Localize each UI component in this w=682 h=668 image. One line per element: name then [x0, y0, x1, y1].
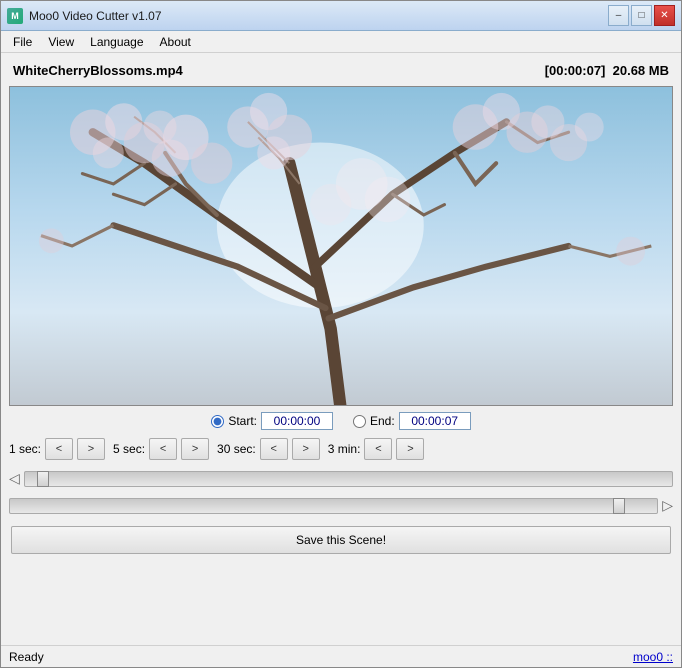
tree-svg	[10, 87, 672, 405]
slider-thumb-icon: ◁	[9, 470, 20, 487]
title-bar-left: M Moo0 Video Cutter v1.07	[7, 8, 162, 24]
main-content: WhiteCherryBlossoms.mp4 [00:00:07] 20.68…	[1, 53, 681, 566]
status-link[interactable]: moo0 ::	[633, 650, 673, 664]
step-next-30sec[interactable]: >	[292, 438, 320, 460]
app-icon: M	[7, 8, 23, 24]
step-prev-3min[interactable]: <	[364, 438, 392, 460]
app-icon-letter: M	[11, 11, 19, 21]
app-title: Moo0 Video Cutter v1.07	[29, 9, 162, 23]
file-duration: [00:00:07]	[545, 63, 606, 78]
start-end-row: Start: End:	[9, 412, 673, 430]
step-label-3min: 3 min:	[328, 442, 361, 456]
timeline-slider-row: ◁	[9, 468, 673, 489]
file-name: WhiteCherryBlossoms.mp4	[13, 63, 183, 78]
start-radio[interactable]	[211, 415, 224, 428]
range-end-icon: ▷	[662, 497, 673, 514]
start-radio-label[interactable]: Start:	[211, 412, 333, 430]
start-time-input[interactable]	[261, 412, 333, 430]
step-label-30sec: 30 sec:	[217, 442, 256, 456]
app-window: M Moo0 Video Cutter v1.07 – □ ✕ File Vie…	[0, 0, 682, 668]
minimize-button[interactable]: –	[608, 5, 629, 26]
file-meta: [00:00:07] 20.68 MB	[545, 63, 669, 78]
step-next-5sec[interactable]: >	[181, 438, 209, 460]
save-button[interactable]: Save this Scene!	[11, 526, 671, 554]
step-label-5sec: 5 sec:	[113, 442, 145, 456]
step-prev-30sec[interactable]: <	[260, 438, 288, 460]
step-label-1sec: 1 sec:	[9, 442, 41, 456]
step-group-30sec: 30 sec: < >	[217, 438, 320, 460]
video-preview	[9, 86, 673, 406]
step-row: 1 sec: < > 5 sec: < > 30 sec: < > 3 min:…	[9, 436, 673, 462]
end-label: End:	[370, 414, 395, 428]
start-label: Start:	[228, 414, 257, 428]
end-radio-label[interactable]: End:	[353, 412, 471, 430]
end-radio[interactable]	[353, 415, 366, 428]
title-bar: M Moo0 Video Cutter v1.07 – □ ✕	[1, 1, 681, 31]
menu-about[interactable]: About	[152, 33, 199, 51]
step-next-3min[interactable]: >	[396, 438, 424, 460]
menu-bar: File View Language About	[1, 31, 681, 53]
timeline-slider[interactable]	[24, 471, 673, 487]
step-group-3min: 3 min: < >	[328, 438, 425, 460]
menu-file[interactable]: File	[5, 33, 40, 51]
step-next-1sec[interactable]: >	[77, 438, 105, 460]
step-group-1sec: 1 sec: < >	[9, 438, 105, 460]
status-bar: Ready moo0 ::	[1, 645, 681, 667]
close-button[interactable]: ✕	[654, 5, 675, 26]
step-prev-1sec[interactable]: <	[45, 438, 73, 460]
menu-view[interactable]: View	[40, 33, 82, 51]
end-time-input[interactable]	[399, 412, 471, 430]
range-slider-row: ▷	[9, 495, 673, 516]
title-bar-buttons: – □ ✕	[608, 5, 675, 26]
save-btn-container: Save this Scene!	[9, 522, 673, 558]
file-size: 20.68 MB	[613, 63, 669, 78]
status-text: Ready	[9, 650, 44, 664]
step-prev-5sec[interactable]: <	[149, 438, 177, 460]
file-info-bar: WhiteCherryBlossoms.mp4 [00:00:07] 20.68…	[9, 61, 673, 80]
step-group-5sec: 5 sec: < >	[113, 438, 209, 460]
maximize-button[interactable]: □	[631, 5, 652, 26]
menu-language[interactable]: Language	[82, 33, 151, 51]
range-slider[interactable]	[9, 498, 658, 514]
